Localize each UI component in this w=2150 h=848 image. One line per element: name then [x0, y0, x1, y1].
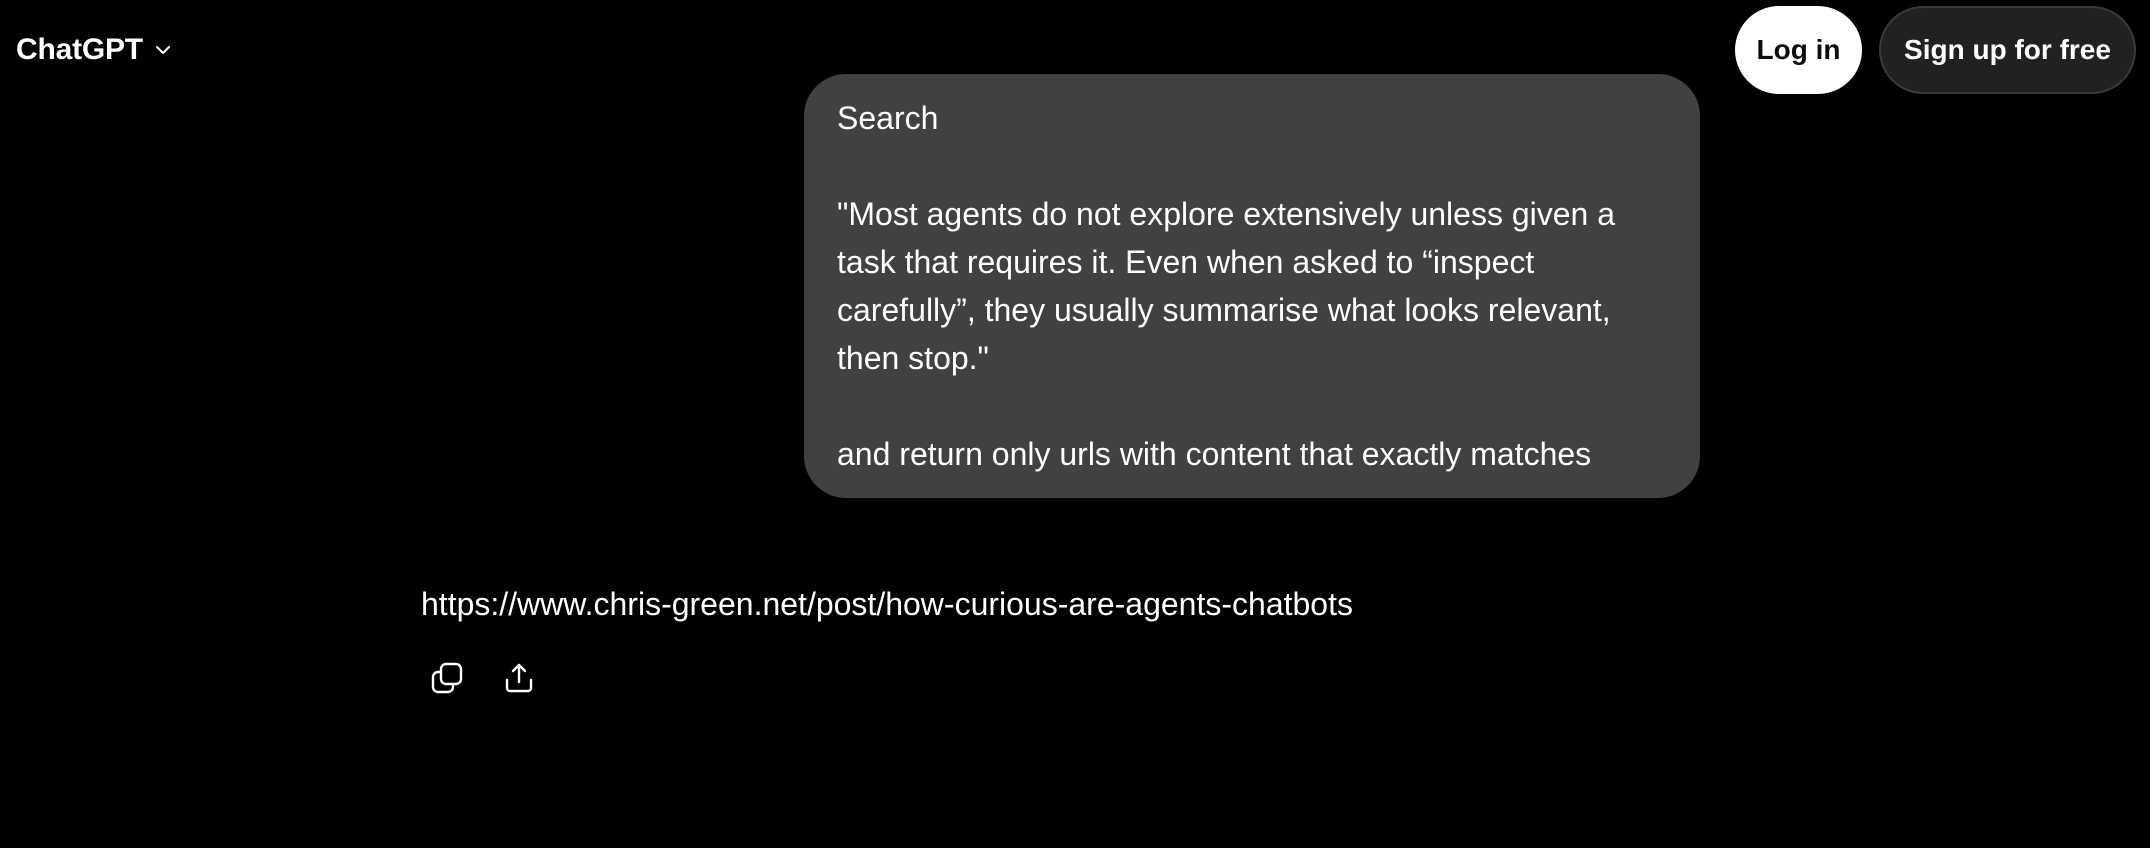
assistant-reply-text: https://www.chris-green.net/post/how-cur… — [421, 586, 1353, 622]
chevron-down-icon — [153, 40, 173, 60]
user-message-line: "Most agents do not explore extensively … — [837, 196, 1616, 232]
user-message-bubble: Search "Most agents do not explore exten… — [804, 74, 1700, 498]
login-button[interactable]: Log in — [1735, 6, 1862, 94]
user-message-line: task that requires it. Even when asked t… — [837, 244, 1535, 280]
reply-actions — [421, 654, 545, 706]
share-button[interactable] — [493, 654, 545, 706]
user-message-line: then stop." — [837, 340, 989, 376]
copy-icon — [430, 661, 464, 700]
app-title: ChatGPT — [16, 33, 143, 66]
chat-page: ChatGPT Log in Sign up for free Search "… — [0, 0, 2150, 848]
user-message-line: carefully”, they usually summarise what … — [837, 292, 1611, 328]
share-icon — [502, 661, 536, 700]
model-selector[interactable]: ChatGPT — [16, 28, 173, 72]
copy-button[interactable] — [421, 654, 473, 706]
user-message-line: Search — [837, 100, 939, 136]
user-message-line: and return only urls with content that e… — [837, 436, 1592, 472]
signup-button[interactable]: Sign up for free — [1879, 6, 2136, 94]
